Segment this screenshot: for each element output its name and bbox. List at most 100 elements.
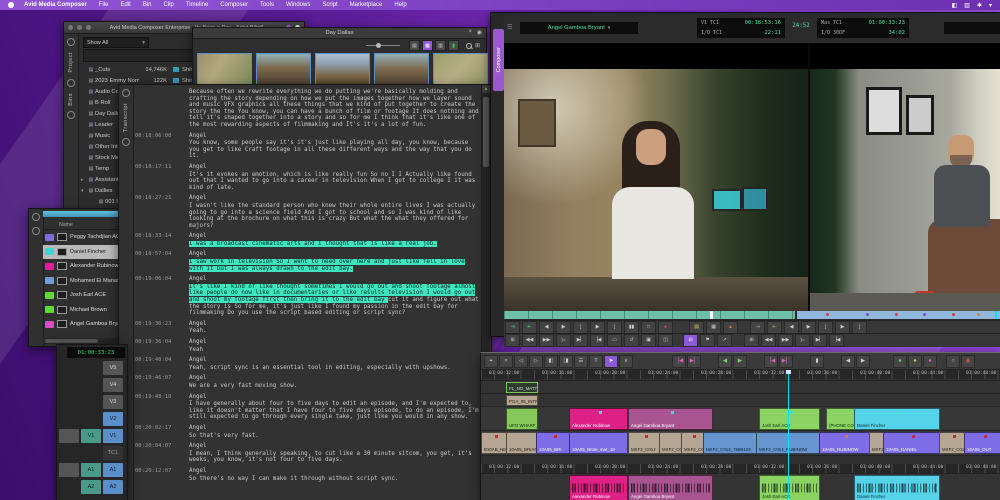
panel-dot-icon[interactable] [67, 79, 75, 87]
timeline-tool-button[interactable]: ◨ [559, 355, 573, 368]
clip-mxf2-c015[interactable]: MXF2_C015 [939, 432, 966, 454]
transport-button[interactable]: ▶▶ [539, 334, 554, 347]
clip-mxf2-c0[interactable]: MXF2_C0 [681, 432, 705, 454]
menu-help[interactable]: Help [394, 2, 406, 8]
menu-marketplace[interactable]: Marketplace [350, 2, 383, 8]
transport-button[interactable]: ⊟ [683, 334, 698, 347]
sidebar-tab-bins[interactable]: Bins [68, 93, 74, 106]
thumbnail-canyon-climber[interactable] [256, 53, 311, 85]
timeline-tool-button[interactable]: ● [908, 355, 922, 368]
scrollbar-thumb[interactable] [483, 97, 489, 167]
clip-josh-earl-ace[interactable]: Josh Earl ACE [759, 475, 820, 500]
timeline-playhead[interactable] [788, 370, 789, 500]
window-minimize-button[interactable] [77, 25, 82, 30]
timeline-tool-button[interactable]: ○ [946, 355, 960, 368]
timeline-tool-button[interactable]: ▶ [856, 355, 870, 368]
timeline-tool-button[interactable]: ◉ [961, 355, 975, 368]
transcript-entry[interactable]: 00:20:02:17AngelSo that's very fast. [135, 425, 481, 439]
sidebar-tab-project[interactable]: Project [68, 52, 74, 73]
clip-angel-gamboa-bryant[interactable]: Angel Gamboa Bryant [628, 408, 713, 430]
gear-icon[interactable]: ◉ [477, 29, 482, 36]
transcript-entry[interactable]: 00:18:06:08AngelYou know, some people sa… [135, 133, 481, 160]
timeline-tool-button[interactable]: ● [893, 355, 907, 368]
transport-button[interactable]: ↗ [717, 334, 732, 347]
video-track-v1[interactable]: UFO WHARF_1Alexander RubinowAngel Gamboa… [481, 406, 1000, 432]
list-view-button[interactable]: ▤ [409, 40, 420, 51]
bin-filter-dropdown[interactable]: Show All ▾ [83, 37, 149, 48]
search-icon[interactable] [466, 43, 472, 49]
menu-bin[interactable]: Bin [143, 2, 152, 8]
clip-mxf2-c01[interactable]: MXF2_C01 [659, 432, 683, 454]
track-button-blank[interactable] [59, 429, 79, 443]
day-dallas-titlebar[interactable]: Day Dallas × ◉ [193, 28, 486, 39]
track-button-A2[interactable]: A2 [81, 480, 101, 494]
panel-dot-icon[interactable] [122, 138, 130, 146]
clip-10a05-brian-mar-10[interactable]: 10A05_Brian_mar_10 [569, 432, 628, 454]
track-button-V2[interactable]: V2 [103, 412, 123, 426]
transcript-entry[interactable]: 00:19:40:04AngelYeah, script sync is an … [135, 357, 481, 371]
transport-button[interactable]: ▶▏ [812, 334, 827, 347]
clip-josh-earl-ace[interactable]: Josh Earl ACE [759, 408, 820, 430]
menu-windows[interactable]: Windows [286, 2, 310, 8]
transport-button[interactable]: ↺ [624, 334, 639, 347]
menu-composer[interactable]: Composer [220, 2, 248, 8]
menu-script[interactable]: Script [322, 2, 337, 8]
timeline-tool-button[interactable]: ▶ [733, 355, 747, 368]
transport-button[interactable]: ▶▏ [573, 334, 588, 347]
thumbnail-mountain-vista[interactable] [315, 53, 370, 85]
transport-button[interactable]: ◫ [658, 334, 673, 347]
lock-button[interactable]: ▮ [448, 40, 459, 51]
transport-button[interactable]: ⚑ [700, 334, 715, 347]
transport-button[interactable]: )= [556, 334, 571, 347]
menu-clip[interactable]: Clip [163, 2, 173, 8]
timeline-tool-button[interactable]: ◁ [514, 355, 528, 368]
source-position-indicator[interactable] [710, 311, 713, 319]
frame-view-button[interactable]: ▦ [422, 40, 433, 51]
window-close-button[interactable] [68, 25, 73, 30]
name-column-header[interactable]: Name [59, 222, 73, 228]
clip-pga-05-intr[interactable]: PGA_05_INTR [506, 395, 538, 406]
panel-dot-icon[interactable] [67, 111, 75, 119]
timeline-tool-button[interactable]: ∨ [619, 355, 633, 368]
hamburger-menu-icon[interactable]: ☰ [507, 24, 512, 31]
transport-button[interactable]: )= [795, 334, 810, 347]
source-position-bar[interactable] [504, 311, 795, 319]
panel-dot-icon[interactable] [122, 89, 130, 97]
transport-button[interactable]: ▣ [641, 334, 656, 347]
record-position-bar[interactable] [797, 311, 1000, 319]
timeline-tool-button[interactable]: ☰ [574, 355, 588, 368]
record-monitor-video[interactable] [810, 69, 1000, 311]
timeline-tool-button[interactable]: ▕◀ [672, 355, 686, 368]
source-monitor-video[interactable] [504, 69, 808, 311]
script-view-button[interactable]: ▥ [435, 40, 446, 51]
panel-dot-icon[interactable] [32, 227, 40, 235]
thumbnail-aerial-map[interactable] [433, 53, 488, 85]
track-button-V3[interactable]: V3 [103, 395, 123, 409]
transport-button[interactable]: ▕◀ [590, 334, 605, 347]
transcript-entry[interactable]: 00:19:36:04AngelYeah [135, 339, 481, 353]
clip-fl-no-matt1[interactable]: FL_NO_MATT1 [506, 382, 538, 393]
track-button-TC1[interactable]: TC1 [103, 446, 123, 460]
menu-edit[interactable]: Edit [120, 2, 130, 8]
menu-file[interactable]: File [99, 2, 109, 8]
panel-dot-icon[interactable] [32, 213, 40, 221]
menu-extra-icon[interactable]: ◧ [952, 2, 958, 9]
transcript-entry[interactable]: 00:18:33:14AngelI was a broadcast cinema… [135, 233, 481, 247]
transcript-entry[interactable]: 00:18:57:04AngelI saw work in television… [135, 251, 481, 272]
source-timecode-box[interactable]: V1 TC100:18:53:16 I/O TC122:11 [697, 18, 785, 38]
transcript-entry[interactable]: Because often we rewrite everything we d… [135, 89, 481, 129]
record-position-indicator[interactable] [995, 311, 997, 319]
apple-menu-icon[interactable] [8, 2, 14, 8]
transcript-entry[interactable]: 00:19:06:04AngelIt's like I kind of like… [135, 276, 481, 317]
clip-mxf2-c012[interactable]: MXF2_C012 [628, 432, 661, 454]
track-button-V4[interactable]: V4 [103, 378, 123, 392]
clip-daniel-fincher[interactable]: Daniel Fincher [854, 408, 940, 430]
clip-10a05-bri[interactable]: 10A05_BRI [536, 432, 571, 454]
clip-mxf2-c013-76b9123[interactable]: MXF2_C013_76B9123 [703, 432, 758, 454]
timeline-tool-button[interactable]: ⌖ [484, 355, 498, 368]
transcript-tab[interactable]: Transcript [123, 103, 129, 132]
menu-tools[interactable]: Tools [260, 2, 274, 8]
transport-button[interactable]: ⊞ [505, 334, 520, 347]
panel-dot-icon[interactable] [67, 38, 75, 46]
timeline-tool-button[interactable]: × [499, 355, 513, 368]
